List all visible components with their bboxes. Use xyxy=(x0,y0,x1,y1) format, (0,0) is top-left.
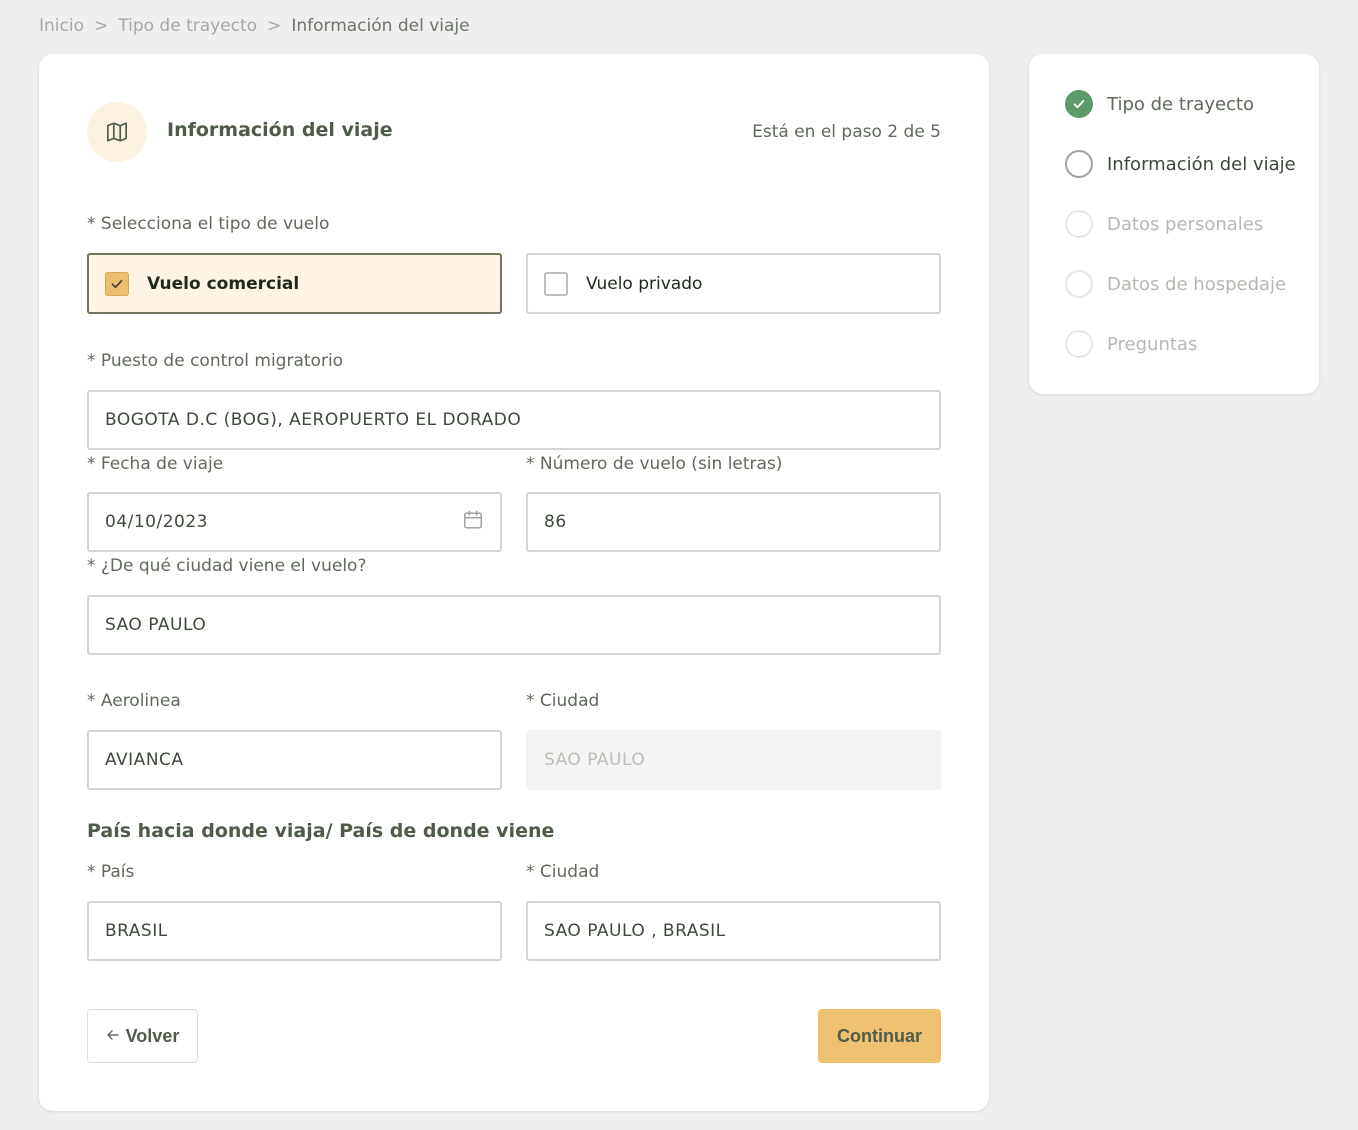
step-label: Datos de hospedaje xyxy=(1107,273,1287,295)
origin-city-label: * ¿De qué ciudad viene el vuelo? xyxy=(87,556,367,576)
flight-type-private-label: Vuelo privado xyxy=(586,273,703,294)
checkpoint-value: BOGOTA D.C (BOG), AEROPUERTO EL DORADO xyxy=(105,410,522,430)
back-button[interactable]: Volver xyxy=(87,1009,198,1063)
country-value: BRASIL xyxy=(105,921,168,941)
trip-info-form-card: Información del viaje Está en el paso 2 … xyxy=(39,54,989,1111)
checkpoint-label: * Puesto de control migratorio xyxy=(87,351,344,371)
step-label: Datos personales xyxy=(1107,213,1264,235)
flight-number-label: * Número de vuelo (sin letras) xyxy=(526,454,783,474)
flight-type-private-option[interactable]: Vuelo privado xyxy=(526,253,941,314)
country-section-title: País hacia donde viaja/ País de donde vi… xyxy=(87,820,555,842)
circle-icon xyxy=(1065,210,1093,238)
flight-number-input[interactable]: 86 xyxy=(526,492,941,552)
breadcrumb-separator: > xyxy=(267,16,282,36)
flight-type-commercial-option[interactable]: Vuelo comercial xyxy=(87,253,502,314)
airline-city-input-disabled: SAO PAULO xyxy=(526,730,941,790)
continue-button[interactable]: Continuar xyxy=(818,1009,941,1063)
breadcrumb-item-inicio[interactable]: Inicio xyxy=(39,16,84,36)
breadcrumb: Inicio > Tipo de trayecto > Información … xyxy=(39,16,470,36)
page-title: Información del viaje xyxy=(167,119,393,141)
breadcrumb-item-current: Información del viaje xyxy=(291,16,470,36)
flight-number-value: 86 xyxy=(544,512,567,532)
map-icon xyxy=(87,102,147,162)
travel-date-label: * Fecha de viaje xyxy=(87,454,224,474)
circle-icon xyxy=(1065,150,1093,178)
country-select[interactable]: BRASIL xyxy=(87,901,502,961)
destination-city-select[interactable]: SAO PAULO , BRASIL xyxy=(526,901,941,961)
breadcrumb-item-tipo-de-trayecto[interactable]: Tipo de trayecto xyxy=(118,16,257,36)
origin-city-value: SAO PAULO xyxy=(105,615,207,635)
destination-city-value: SAO PAULO , BRASIL xyxy=(544,921,726,941)
step-label: Información del viaje xyxy=(1107,153,1296,175)
checkpoint-select[interactable]: BOGOTA D.C (BOG), AEROPUERTO EL DORADO xyxy=(87,390,941,450)
step-preguntas: Preguntas xyxy=(1065,330,1197,358)
circle-icon xyxy=(1065,270,1093,298)
step-label: Preguntas xyxy=(1107,333,1198,355)
airline-label: * Aerolinea xyxy=(87,691,181,711)
step-tipo-de-trayecto[interactable]: Tipo de trayecto xyxy=(1065,90,1254,118)
origin-city-select[interactable]: SAO PAULO xyxy=(87,595,941,655)
travel-date-input[interactable]: 04/10/2023 xyxy=(87,492,502,552)
airline-select[interactable]: AVIANCA xyxy=(87,730,502,790)
flight-type-commercial-label: Vuelo comercial xyxy=(147,273,300,294)
flight-type-label: * Selecciona el tipo de vuelo xyxy=(87,214,330,234)
progress-steps-card: Tipo de trayecto Información del viaje D… xyxy=(1029,54,1319,394)
step-indicator: Está en el paso 2 de 5 xyxy=(752,122,941,142)
step-datos-de-hospedaje: Datos de hospedaje xyxy=(1065,270,1286,298)
checkbox-checked-icon[interactable] xyxy=(105,271,129,296)
step-informacion-del-viaje: Información del viaje xyxy=(1065,150,1296,178)
travel-date-value: 04/10/2023 xyxy=(105,512,208,532)
destination-city-label: * Ciudad xyxy=(526,862,600,882)
step-label: Tipo de trayecto xyxy=(1107,93,1255,115)
airline-city-label: * Ciudad xyxy=(526,691,600,711)
airline-value: AVIANCA xyxy=(105,750,184,770)
circle-icon xyxy=(1065,330,1093,358)
back-button-label: Volver xyxy=(125,1025,180,1046)
step-datos-personales: Datos personales xyxy=(1065,210,1263,238)
check-circle-icon xyxy=(1065,90,1093,118)
checkbox-unchecked-icon[interactable] xyxy=(544,271,568,296)
airline-city-value: SAO PAULO xyxy=(544,750,646,770)
arrow-left-icon xyxy=(106,1026,120,1047)
continue-button-label: Continuar xyxy=(837,1025,922,1046)
calendar-icon[interactable] xyxy=(462,509,484,536)
breadcrumb-separator: > xyxy=(93,16,109,36)
country-label: * País xyxy=(87,862,135,882)
